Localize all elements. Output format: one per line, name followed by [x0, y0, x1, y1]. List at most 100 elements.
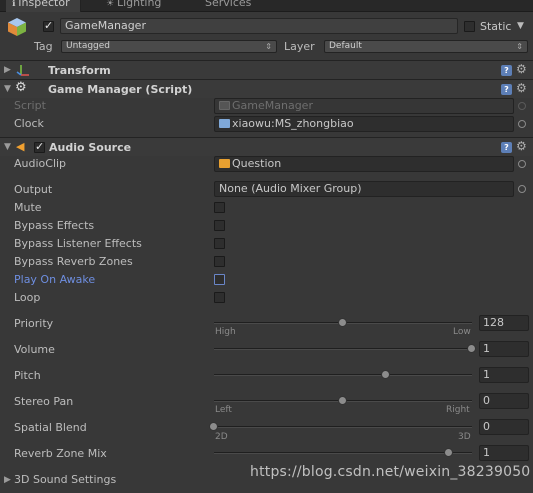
gear-icon[interactable]: ⚙ — [516, 62, 527, 76]
transform-header[interactable]: ▶ Transform ? ⚙ — [0, 60, 533, 79]
script-value: GameManager — [232, 99, 313, 112]
output-field[interactable]: None (Audio Mixer Group) — [214, 181, 514, 197]
transform-axes-icon — [16, 65, 29, 76]
volume-slider-thumb[interactable] — [467, 344, 476, 353]
bypass-reverb-zones-checkbox[interactable] — [214, 256, 225, 267]
lighting-tab-icon: ☀ — [106, 0, 117, 9]
stereo-pan-right-caption: Right — [446, 405, 470, 415]
spatial-blend-label: Spatial Blend — [14, 421, 87, 434]
pitch-label: Pitch — [14, 369, 41, 382]
tab-services-label: Services — [205, 0, 252, 9]
help-book-icon[interactable]: ? — [501, 142, 512, 153]
bypass-effects-label: Bypass Effects — [14, 219, 95, 232]
transform-title: Transform — [48, 64, 111, 77]
static-label: Static — [480, 20, 512, 33]
gear-icon[interactable]: ⚙ — [516, 139, 527, 153]
pitch-value-field[interactable]: 1 — [479, 367, 529, 383]
bypass-effects-checkbox[interactable] — [214, 220, 225, 231]
audio-source-title: Audio Source — [49, 141, 132, 154]
clock-value: xiaowu:MS_zhongbiao — [232, 117, 354, 130]
reverb-zone-mix-value-field[interactable]: 1 — [479, 445, 529, 461]
foldout-collapsed-icon[interactable]: ▶ — [4, 65, 11, 75]
help-book-icon[interactable]: ? — [501, 65, 512, 76]
static-dropdown-icon[interactable]: ▼ — [517, 21, 524, 31]
stereo-pan-slider-thumb[interactable] — [338, 396, 347, 405]
layer-dropdown[interactable]: Default ⇕ — [324, 40, 528, 53]
pitch-slider-track[interactable] — [214, 374, 472, 376]
audio-source-header[interactable]: ▼ ◀ Audio Source ? ⚙ — [0, 137, 533, 156]
priority-value-field[interactable]: 128 — [479, 315, 529, 331]
tag-label: Tag — [34, 40, 53, 53]
reverb-zone-mix-slider-track[interactable] — [214, 452, 472, 454]
spatial-blend-value-field[interactable]: 0 — [479, 419, 529, 435]
loop-checkbox[interactable] — [214, 292, 225, 303]
volume-label: Volume — [14, 343, 55, 356]
object-picker-icon[interactable] — [518, 185, 526, 193]
play-on-awake-label: Play On Awake — [14, 273, 96, 286]
reverb-zone-mix-label: Reverb Zone Mix — [14, 447, 107, 460]
object-picker-icon[interactable] — [518, 160, 526, 168]
audio-clip-asset-icon — [219, 159, 230, 168]
3d-sound-settings-foldout[interactable]: 3D Sound Settings — [14, 473, 116, 486]
play-on-awake-checkbox[interactable] — [214, 274, 225, 285]
script-file-icon — [219, 101, 230, 110]
mute-label: Mute — [14, 201, 42, 214]
help-book-icon[interactable]: ? — [501, 84, 512, 95]
watermark: https://blog.csdn.net/weixin_38239050 — [250, 464, 531, 480]
priority-label: Priority — [14, 317, 54, 330]
foldout-expanded-icon[interactable]: ▼ — [4, 84, 11, 94]
spatial-blend-3d-caption: 3D — [458, 432, 471, 442]
gameobject-name-field[interactable]: GameManager — [60, 18, 458, 34]
foldout-collapsed-icon[interactable]: ▶ — [4, 475, 11, 485]
stereo-pan-left-caption: Left — [215, 405, 232, 415]
pitch-slider-thumb[interactable] — [381, 370, 391, 379]
gameobject-cube-icon — [8, 18, 26, 36]
stereo-pan-label: Stereo Pan — [14, 395, 74, 408]
tab-lighting[interactable]: ☀ Lighting — [106, 0, 176, 12]
reverb-zone-mix-slider-thumb[interactable] — [443, 448, 453, 457]
clock-field[interactable]: xiaowu:MS_zhongbiao — [214, 116, 514, 132]
script-component-header[interactable]: ▼ ⚙ Game Manager (Script) ? ⚙ — [0, 79, 533, 98]
spatial-blend-2d-caption: 2D — [215, 432, 228, 442]
tab-inspector-label: Inspector — [18, 0, 70, 9]
foldout-expanded-icon[interactable]: ▼ — [4, 142, 11, 152]
script-cog-icon: ⚙ — [15, 80, 27, 95]
layer-label: Layer — [284, 40, 315, 53]
spatial-blend-slider-track[interactable] — [214, 426, 472, 428]
priority-high-caption: High — [215, 327, 236, 337]
priority-slider-thumb[interactable] — [338, 318, 347, 327]
loop-label: Loop — [14, 291, 41, 304]
stereo-pan-value-field[interactable]: 0 — [479, 393, 529, 409]
mute-checkbox[interactable] — [214, 202, 225, 213]
bypass-listener-effects-checkbox[interactable] — [214, 238, 225, 249]
audio-clip-asset-icon — [219, 119, 230, 128]
object-picker-icon[interactable] — [518, 120, 526, 128]
volume-value-field[interactable]: 1 — [479, 341, 529, 357]
layer-value: Default — [329, 41, 362, 51]
audioclip-field[interactable]: Question — [214, 156, 514, 172]
spatial-blend-slider-thumb[interactable] — [209, 422, 218, 431]
audioclip-label: AudioClip — [14, 157, 67, 170]
tab-inspector[interactable]: ℹ Inspector — [6, 0, 81, 12]
output-label: Output — [14, 183, 53, 196]
output-value: None (Audio Mixer Group) — [219, 182, 362, 195]
static-checkbox[interactable] — [464, 21, 475, 32]
audioclip-value: Question — [232, 157, 282, 170]
script-component-title: Game Manager (Script) — [48, 83, 193, 96]
object-picker-icon — [518, 102, 526, 110]
script-label: Script — [14, 99, 46, 112]
tab-services[interactable]: Services — [205, 0, 265, 12]
priority-low-caption: Low — [453, 327, 471, 337]
bypass-reverb-zones-label: Bypass Reverb Zones — [14, 255, 133, 268]
tab-bar: ℹ Inspector ☀ Lighting Services — [0, 0, 533, 12]
audio-source-enabled-checkbox[interactable] — [34, 140, 45, 153]
bypass-listener-effects-label: Bypass Listener Effects — [14, 237, 142, 250]
gear-icon[interactable]: ⚙ — [516, 81, 527, 95]
script-field: GameManager — [214, 98, 514, 114]
clock-label: Clock — [14, 117, 44, 130]
updown-arrows-icon: ⇕ — [516, 42, 523, 51]
gameobject-active-checkbox[interactable] — [43, 19, 54, 32]
tag-dropdown[interactable]: Untagged ⇕ — [61, 40, 277, 53]
volume-slider-track[interactable] — [214, 348, 472, 350]
speaker-icon: ◀ — [16, 140, 25, 153]
